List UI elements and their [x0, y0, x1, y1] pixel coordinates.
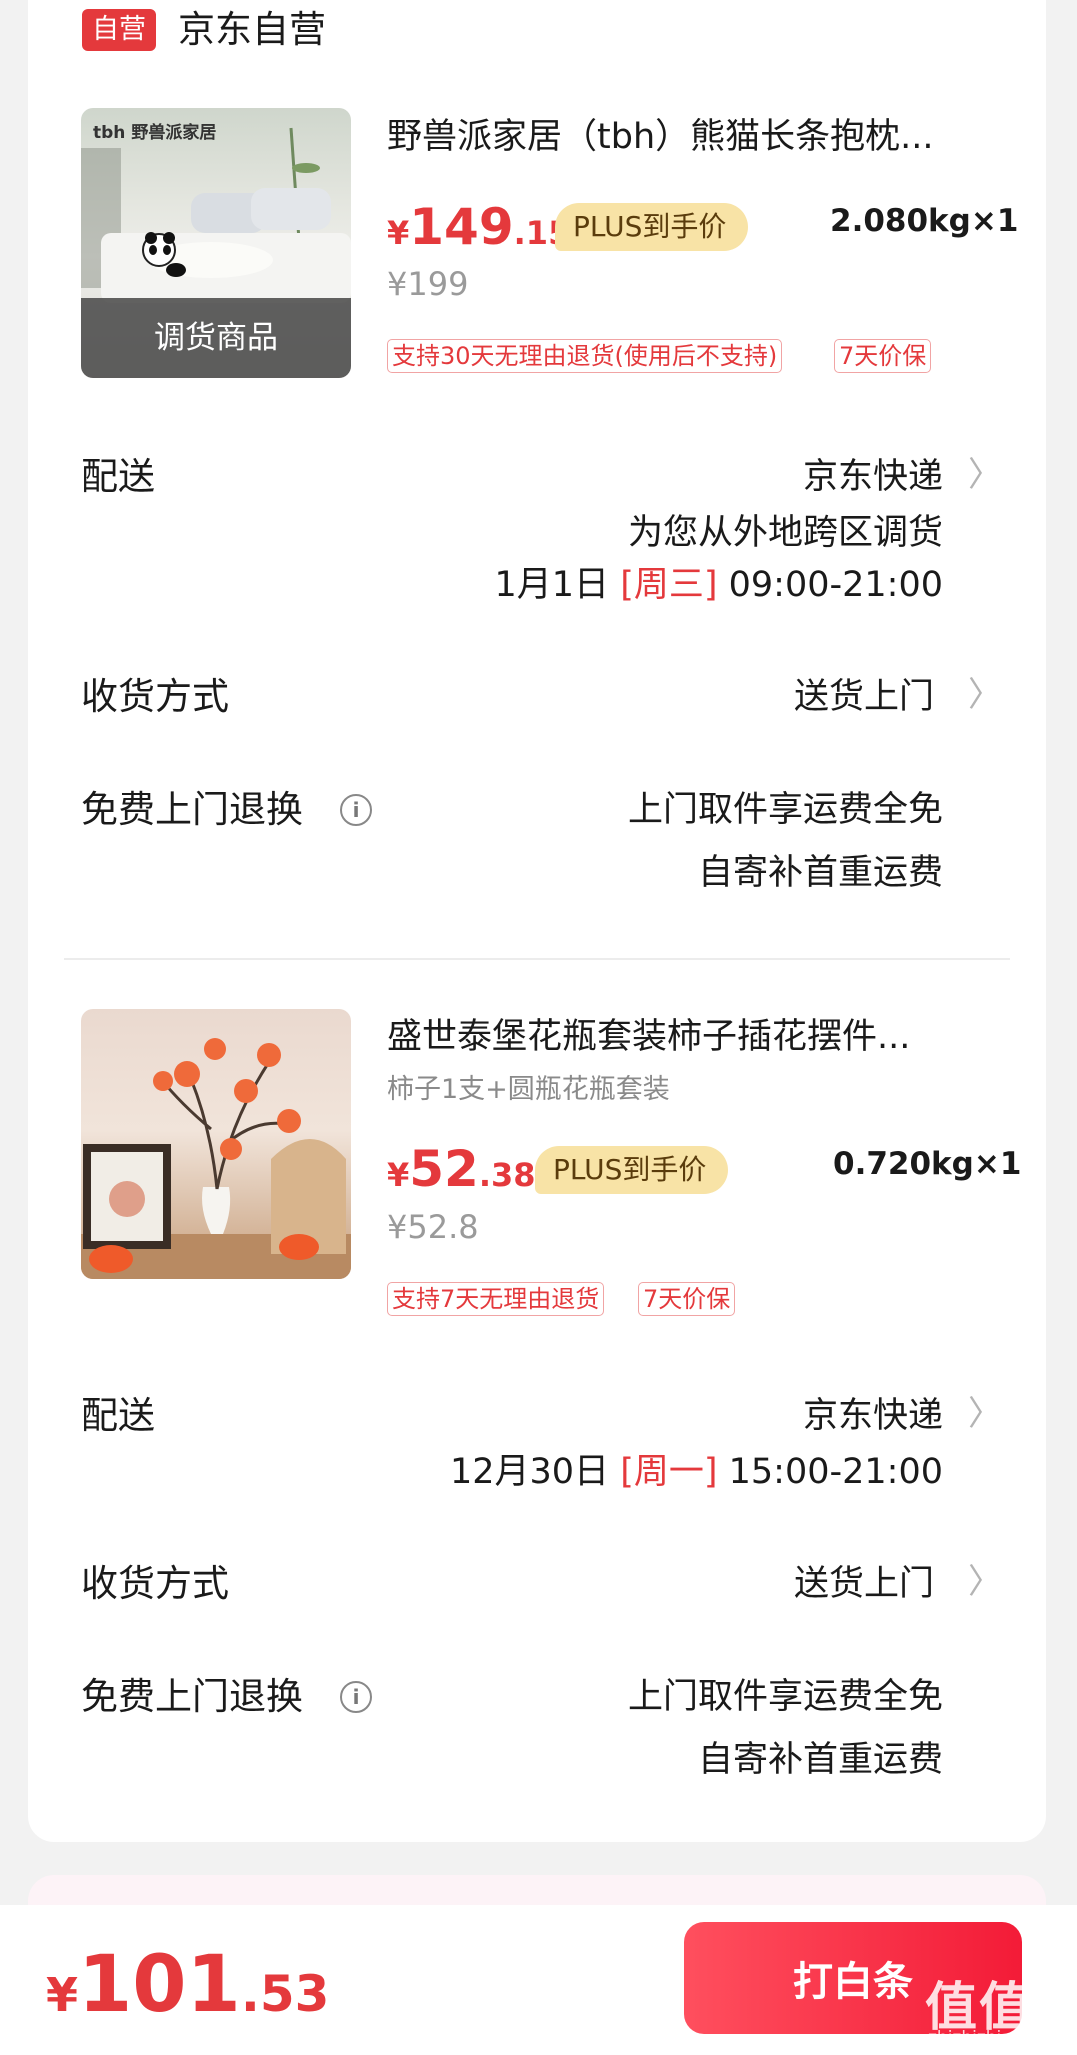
store-name[interactable]: 京东自营: [178, 8, 326, 52]
original-price: ¥52.8: [387, 1208, 479, 1246]
receive-method-label: 收货方式: [81, 675, 229, 718]
free-return-line2: 自寄补首重运费: [697, 1740, 943, 1780]
chevron-right-icon[interactable]: 〉: [968, 673, 1002, 717]
transfer-goods-banner: 调货商品: [81, 298, 351, 378]
delivery-time: 12月30日 [周一] 15:00-21:00: [449, 1452, 943, 1492]
watermark-url: zhizhizhi.com: [928, 2028, 1043, 2048]
plus-price: ¥149.15: [387, 198, 571, 256]
price-protect-tag: 7天价保: [834, 339, 932, 373]
plus-price: ¥52.38: [387, 1140, 536, 1198]
free-return-label: 免费上门退换: [81, 788, 303, 831]
product-image-panda-pillow[interactable]: tbh 野兽派家居 调货商品: [81, 108, 351, 378]
return-policy-tag: 支持30天无理由退货(使用后不支持): [387, 339, 783, 373]
weight-quantity: 0.720kg×1: [833, 1146, 1022, 1182]
delivery-carrier[interactable]: 京东快递: [803, 455, 943, 499]
vase-illustration: [81, 1038, 351, 1279]
receive-method-label: 收货方式: [81, 1562, 229, 1605]
free-return-line1: 上门取件享运费全免: [627, 1677, 943, 1717]
plus-price-tag: PLUS到手价: [555, 203, 749, 251]
free-return-line2: 自寄补首重运费: [697, 853, 943, 893]
receive-method-value[interactable]: 送货上门: [794, 675, 934, 719]
chevron-right-icon[interactable]: 〉: [968, 1560, 1002, 1604]
product-spec[interactable]: 柿子1支+圆瓶花瓶套装: [387, 1067, 670, 1106]
delivery-note: 为您从外地跨区调货: [627, 513, 943, 553]
delivery-carrier[interactable]: 京东快递: [803, 1394, 943, 1438]
free-return-line1: 上门取件享运费全免: [627, 790, 943, 830]
price-protect-tag: 7天价保: [638, 1282, 736, 1316]
free-return-label: 免费上门退换: [81, 1675, 303, 1718]
info-icon[interactable]: i: [340, 1681, 372, 1713]
delivery-time: 1月1日 [周三] 09:00-21:00: [494, 565, 944, 605]
self-operated-badge: 自营: [82, 9, 156, 51]
weight-quantity: 2.080kg×1: [830, 203, 1019, 239]
total-price: ¥101.53: [46, 1940, 330, 2030]
item-divider: [64, 958, 1010, 960]
product-image-persimmon-vase[interactable]: [81, 1009, 351, 1279]
chevron-right-icon[interactable]: 〉: [968, 453, 1002, 497]
info-icon[interactable]: i: [340, 794, 372, 826]
chevron-right-icon[interactable]: 〉: [968, 1392, 1002, 1436]
plus-price-tag: PLUS到手价: [535, 1146, 729, 1194]
delivery-label: 配送: [81, 1394, 155, 1437]
product-title[interactable]: 野兽派家居（tbh）熊猫长条抱枕...: [387, 115, 987, 159]
original-price: ¥199: [387, 265, 469, 303]
product-title[interactable]: 盛世泰堡花瓶套装柿子插花摆件...: [387, 1015, 987, 1059]
delivery-label: 配送: [81, 455, 155, 498]
receive-method-value[interactable]: 送货上门: [794, 1562, 934, 1606]
return-policy-tag: 支持7天无理由退货: [387, 1282, 605, 1316]
